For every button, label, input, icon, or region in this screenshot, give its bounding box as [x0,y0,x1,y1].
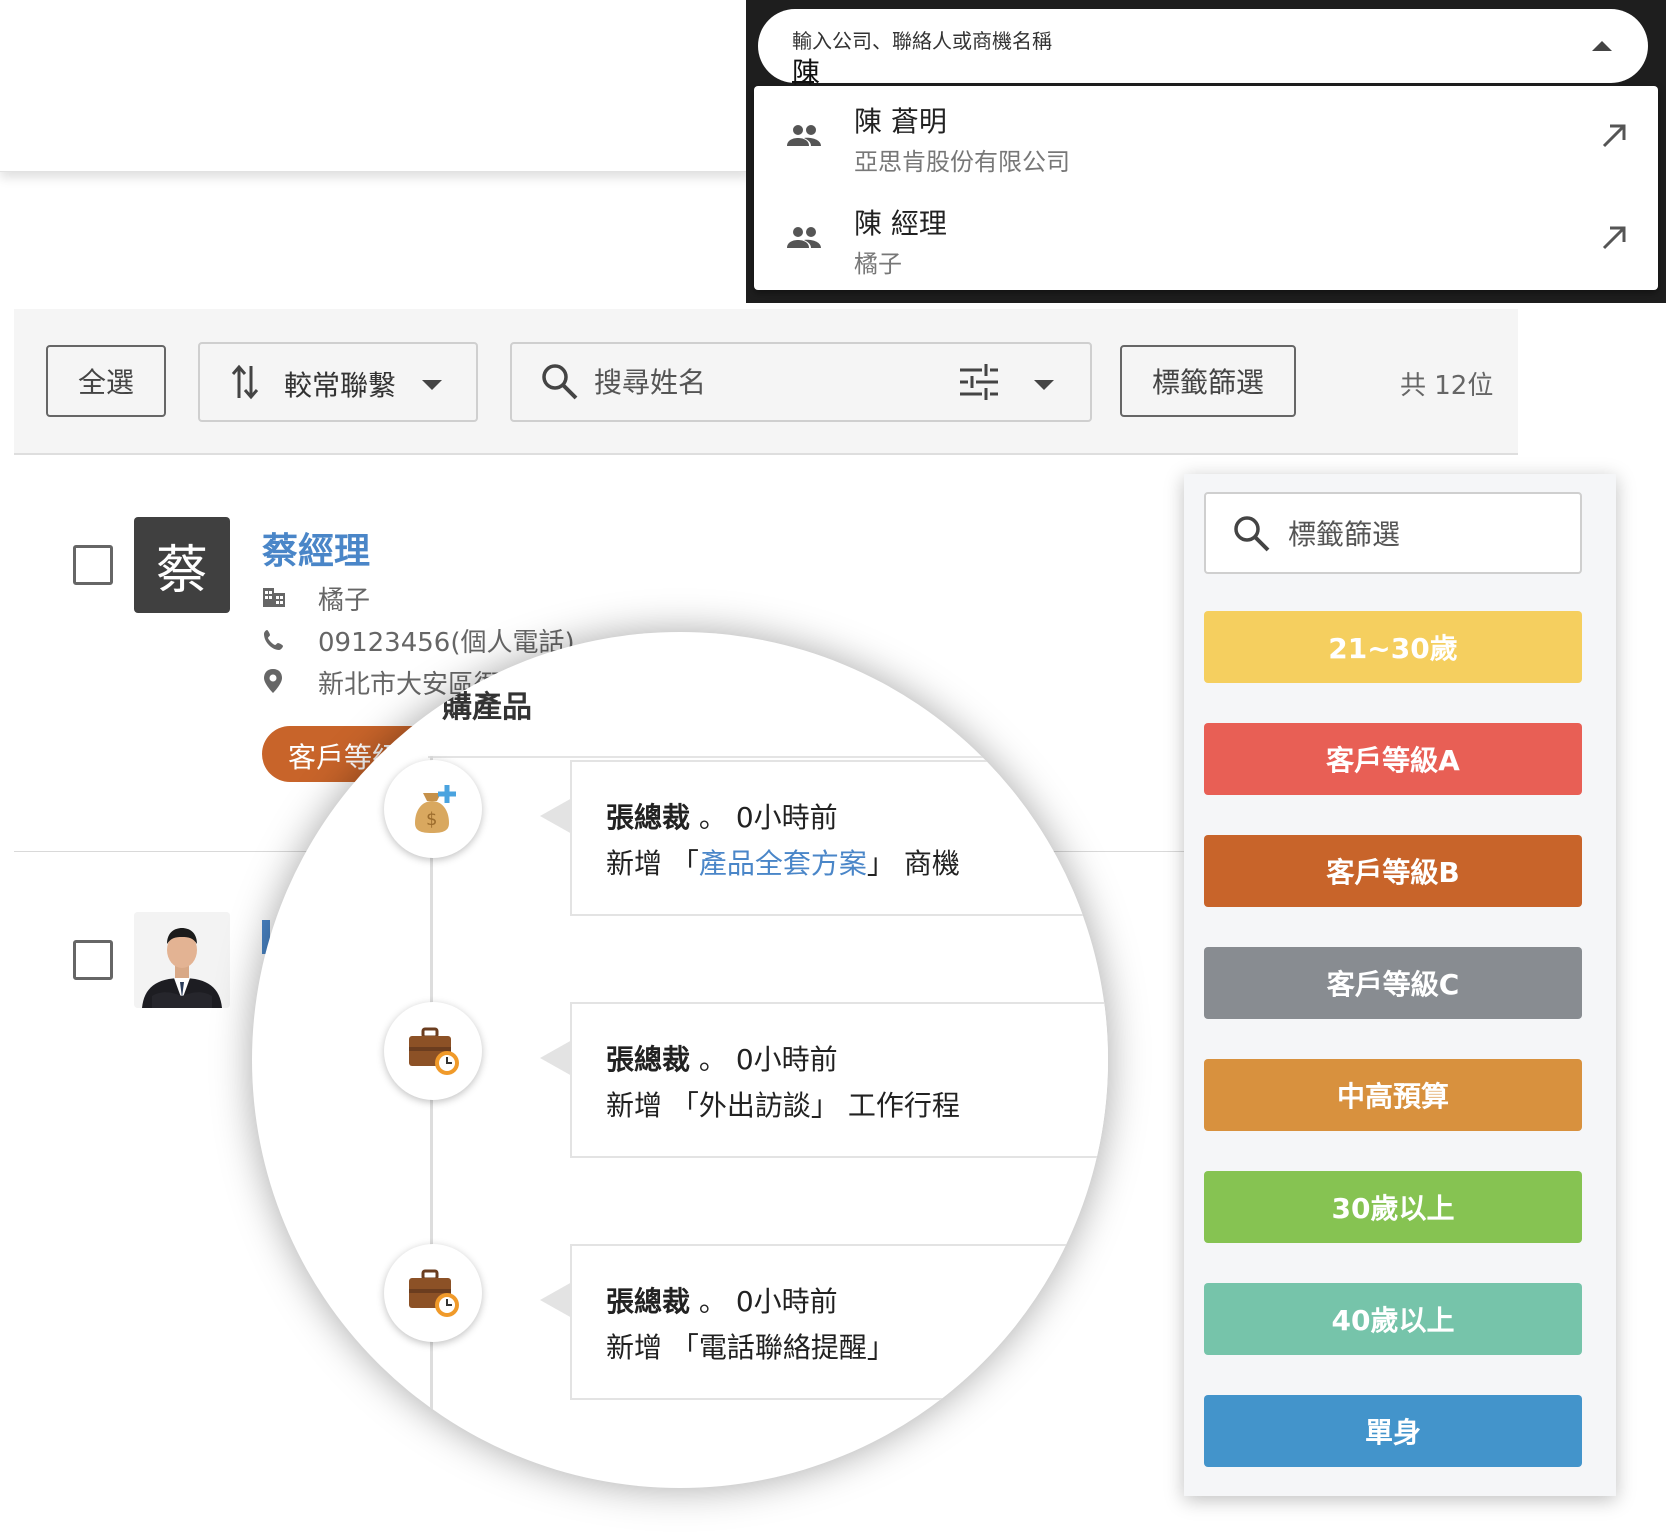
activity-card[interactable]: 張總裁 。 0小時前 新增 「電話聯絡提醒」 [540,1244,1108,1400]
autocomplete-popup: 輸入公司、聯絡人或商機名稱 陳 陳 蒼明 亞思肯股份有限公司 陳 經理 橘子 [746,0,1666,303]
activity-time: 。 0小時前 [698,1043,838,1076]
open-arrow-icon[interactable] [1600,224,1628,252]
contact-checkbox[interactable] [73,940,113,980]
sort-icon [231,364,259,400]
total-count: 共 12位 [1400,371,1494,401]
location-pin-icon [264,669,282,693]
activity-actor: 張總裁 [606,1043,691,1076]
autocomplete-input-value[interactable]: 陳 [792,51,820,91]
activity-prefix: 新增 「 [606,1089,699,1122]
contact-phone: 09123456(個人電話) [318,628,575,658]
activity-prefix: 新增 「 [606,1331,699,1364]
autocomplete-field[interactable]: 輸入公司、聯絡人或商機名稱 陳 [758,9,1648,89]
tag-option[interactable]: 客戶等級C [1204,947,1582,1019]
activity-time: 。 0小時前 [698,1285,838,1318]
result-company: 亞思肯股份有限公司 [854,148,1070,176]
top-left-panel [0,0,750,172]
chevron-down-icon [422,380,442,390]
search-icon [542,364,578,400]
tag-option[interactable]: 21~30歲 [1204,611,1582,683]
search-input[interactable] [594,362,934,402]
contact-checkbox[interactable] [73,545,113,585]
svg-text:$: $ [426,809,437,830]
people-icon [787,227,821,248]
select-all-button[interactable]: 全選 [46,345,166,417]
activity-suffix: 」 商機 [866,847,960,880]
people-icon [787,125,821,146]
tag-option[interactable]: 30歲以上 [1204,1171,1582,1243]
activity-item: 電話聯絡提醒 [698,1331,867,1364]
autocomplete-label: 輸入公司、聯絡人或商機名稱 [792,29,1052,53]
open-arrow-icon[interactable] [1600,122,1628,150]
name-search [510,342,1092,422]
contact-company: 橘子 [318,586,371,616]
tag-search [1204,492,1582,574]
activity-suffix: 」 [866,1331,895,1364]
activity-item-link[interactable]: 產品全套方案 [699,847,867,880]
result-name: 陳 經理 [854,207,947,240]
timeline-line [430,756,433,1488]
chevron-down-icon[interactable] [1034,380,1054,390]
activity-card[interactable]: 張總裁 。 0小時前 新增 「產品全套方案」 商機 [540,760,1108,916]
divider [428,756,1108,758]
autocomplete-result[interactable]: 陳 經理 橘子 [754,188,1658,290]
activity-card[interactable]: 張總裁 。 0小時前 新增 「外出訪談」 工作行程 [540,1002,1108,1158]
avatar: 蔡 [134,517,230,613]
briefcase-clock-icon [384,1244,482,1342]
tag-option[interactable]: 中高預算 [1204,1059,1582,1131]
building-icon [263,588,285,607]
person-photo-icon [134,912,230,1008]
activity-suffix: 」 工作行程 [810,1089,960,1122]
sort-dropdown[interactable]: 較常聯繫 [198,342,478,422]
activity-magnifier: 購產品 $ 張總裁 。 0小時前 新增 「產品全套方案」 商機 張總裁 。 0小… [252,632,1108,1488]
autocomplete-result[interactable]: 陳 蒼明 亞思肯股份有限公司 [754,86,1658,188]
briefcase-clock-icon [384,1002,482,1100]
activity-actor: 張總裁 [606,1285,691,1318]
result-name: 陳 蒼明 [854,105,947,138]
tag-filter-button[interactable]: 標籤篩選 [1120,345,1296,417]
activity-actor: 張總裁 [606,801,691,834]
search-icon [1234,516,1270,552]
activity-prefix: 新增 「 [606,847,699,880]
tag-search-input[interactable] [1288,514,1568,554]
phone-icon [264,630,283,650]
tune-icon[interactable] [960,364,998,400]
tag-filter-panel: 21~30歲 客戶等級A 客戶等級B 客戶等級C 中高預算 30歲以上 40歲以… [1184,474,1616,1496]
tag-option[interactable]: 客戶等級A [1204,723,1582,795]
contact-name[interactable]: 蔡經理 [262,522,370,574]
autocomplete-results: 陳 蒼明 亞思肯股份有限公司 陳 經理 橘子 [754,86,1658,290]
collapse-arrow-icon[interactable] [1592,41,1612,51]
tag-option[interactable]: 40歲以上 [1204,1283,1582,1355]
input-underline [792,81,814,83]
sort-label: 較常聯繫 [284,369,397,402]
avatar-photo [134,912,230,1008]
result-company: 橘子 [854,250,902,278]
activity-item: 外出訪談 [698,1089,811,1122]
tag-option[interactable]: 客戶等級B [1204,835,1582,907]
tag-option[interactable]: 單身 [1204,1395,1582,1467]
magnifier-title: 購產品 [442,690,532,725]
contacts-toolbar: 全選 較常聯繫 標籤篩選 共 12位 [14,309,1518,455]
money-bag-icon: $ [384,760,482,858]
activity-time: 。 0小時前 [698,801,838,834]
